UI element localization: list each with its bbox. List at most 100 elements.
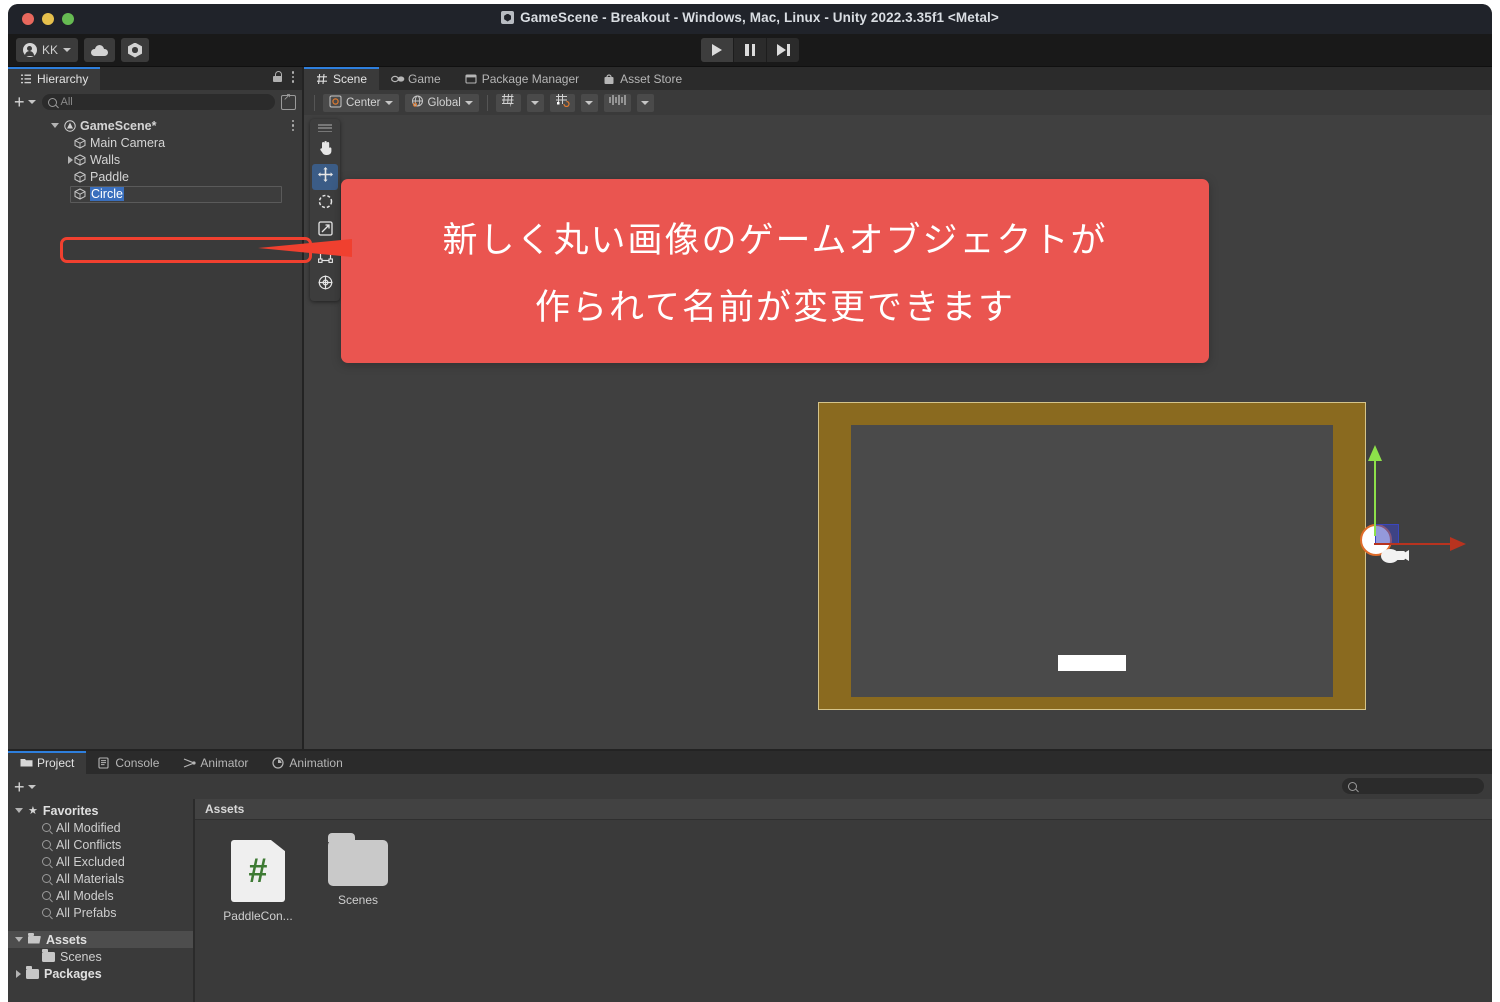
- hierarchy-item-gamescene[interactable]: GameScene*: [8, 117, 302, 134]
- window-title-bar: GameScene - Breakout - Windows, Mac, Lin…: [8, 4, 1492, 34]
- tab-game-label: Game: [408, 71, 441, 86]
- callout-box: 新しく丸い画像のゲームオブジェクトが 作られて名前が変更できます: [341, 179, 1209, 363]
- project-tree-item-scenes[interactable]: Scenes: [8, 948, 193, 965]
- editor-main-area: Hierarchy + All ↗ GameScene* Main Camera…: [8, 67, 1492, 1002]
- chevron-down-icon: [531, 100, 540, 105]
- cloud-button[interactable]: [84, 38, 116, 62]
- lock-icon[interactable]: [272, 71, 282, 83]
- move-gizmo-y-axis[interactable]: [1374, 451, 1376, 536]
- hierarchy-item-main-camera[interactable]: Main Camera: [8, 134, 302, 151]
- chevron-down-icon[interactable]: [15, 937, 23, 942]
- kebab-menu-icon[interactable]: [291, 71, 294, 83]
- store-icon: [603, 73, 615, 85]
- pause-icon: [745, 44, 755, 56]
- tab-scene[interactable]: Scene: [304, 67, 380, 90]
- search-icon: [42, 857, 51, 866]
- project-tree-label: All Materials: [56, 871, 125, 886]
- hierarchy-item-walls[interactable]: Walls: [8, 151, 302, 168]
- move-gizmo-y-arrow[interactable]: [1368, 445, 1382, 461]
- hierarchy-item-paddle[interactable]: Paddle: [8, 168, 302, 185]
- toolbar-divider: [314, 94, 315, 111]
- project-tree-item-all-prefabs[interactable]: All Prefabs: [8, 904, 193, 921]
- move-gizmo-x-arrow[interactable]: [1450, 537, 1466, 551]
- hierarchy-search-placeholder: All: [60, 96, 73, 108]
- tab-package-manager[interactable]: Package Manager: [453, 67, 591, 90]
- project-tree-item-favorites[interactable]: ★ Favorites: [8, 802, 193, 819]
- step-button[interactable]: [767, 38, 799, 62]
- chevron-down-icon[interactable]: [15, 808, 23, 813]
- kebab-menu-icon[interactable]: [291, 119, 294, 132]
- scene-icon: [64, 119, 76, 132]
- create-asset-button[interactable]: +: [14, 776, 36, 797]
- asset-item-scenes[interactable]: Scenes: [319, 833, 397, 923]
- tab-project[interactable]: Project: [8, 751, 87, 774]
- animator-icon: [183, 757, 197, 769]
- callout-line-1: 新しく丸い画像のゲームオブジェクトが: [442, 221, 1108, 261]
- star-icon: ★: [28, 805, 38, 817]
- project-tree-item-assets[interactable]: Assets: [8, 931, 193, 948]
- hierarchy-icon: [20, 73, 32, 85]
- pivot-mode-dropdown[interactable]: Center: [323, 93, 399, 112]
- hierarchy-tree: GameScene* Main Camera Walls Paddle Circ…: [8, 114, 302, 203]
- tab-asset-store-label: Asset Store: [620, 71, 683, 86]
- chevron-down-icon: [384, 100, 393, 105]
- account-label: KK: [42, 43, 59, 57]
- project-tree-item-all-materials[interactable]: All Materials: [8, 870, 193, 887]
- grid-snapping-button[interactable]: [549, 93, 575, 112]
- chevron-down-icon[interactable]: [51, 123, 59, 128]
- breadcrumb: Assets: [195, 799, 1492, 820]
- tab-scene-label: Scene: [333, 71, 368, 86]
- editor-toolbar: KK: [8, 34, 1492, 67]
- scene-picker-icon[interactable]: [281, 92, 296, 110]
- playmode-controls[interactable]: [701, 38, 799, 62]
- grid-visibility-icon: Y: [501, 93, 516, 112]
- csharp-script-icon: #: [231, 840, 285, 902]
- asset-item-paddlecontroller[interactable]: # PaddleCon...: [219, 840, 297, 923]
- project-panel: Project Console Animator Animation + ★ F…: [8, 749, 1492, 1002]
- tab-game[interactable]: Game: [379, 67, 453, 90]
- project-tree-item-all-conflicts[interactable]: All Conflicts: [8, 836, 193, 853]
- project-tree-item-packages[interactable]: Packages: [8, 965, 193, 982]
- play-button[interactable]: [701, 38, 734, 62]
- hierarchy-panel: Hierarchy + All ↗ GameScene* Main Camera…: [8, 67, 304, 749]
- project-tree-item-all-excluded[interactable]: All Excluded: [8, 853, 193, 870]
- search-icon: [42, 840, 51, 849]
- hierarchy-item-circle[interactable]: Circle: [8, 185, 302, 203]
- tab-hierarchy[interactable]: Hierarchy: [8, 67, 101, 90]
- account-dropdown[interactable]: KK: [16, 38, 79, 62]
- pause-button[interactable]: [734, 38, 767, 62]
- move-tool-button[interactable]: [312, 164, 338, 190]
- services-button[interactable]: [121, 38, 150, 62]
- plus-icon: +: [14, 776, 25, 797]
- move-icon: [317, 166, 334, 188]
- paddle-object[interactable]: [1058, 655, 1126, 671]
- rotate-tool-button[interactable]: [312, 191, 338, 217]
- walls-object[interactable]: [818, 402, 1366, 710]
- hierarchy-item-label: Walls: [90, 152, 121, 167]
- create-gameobject-button[interactable]: +: [14, 93, 36, 111]
- tool-palette-drag-handle[interactable]: [318, 124, 332, 132]
- grid-visibility-button[interactable]: Y: [495, 93, 521, 112]
- tab-console[interactable]: Console: [86, 751, 171, 774]
- chevron-right-icon[interactable]: [16, 969, 21, 978]
- component-tools-button[interactable]: [603, 93, 631, 112]
- project-tree-item-all-modified[interactable]: All Modified: [8, 819, 193, 836]
- search-icon: [42, 823, 51, 832]
- tab-animator[interactable]: Animator: [171, 751, 260, 774]
- transform-tool-button[interactable]: [312, 272, 338, 298]
- project-tree-item-all-models[interactable]: All Models: [8, 887, 193, 904]
- project-search-input[interactable]: [1342, 778, 1484, 794]
- hierarchy-toolbar: + All: [8, 90, 302, 114]
- handle-space-dropdown[interactable]: Global: [404, 93, 479, 112]
- tab-asset-store[interactable]: Asset Store: [591, 67, 694, 90]
- chevron-right-icon[interactable]: [68, 155, 73, 164]
- asset-grid: # PaddleCon... Scenes: [195, 820, 1492, 923]
- hand-tool-button[interactable]: [312, 137, 338, 163]
- tab-animation[interactable]: Animation: [260, 751, 354, 774]
- grid-visibility-dropdown[interactable]: [526, 93, 544, 112]
- hierarchy-search-input[interactable]: All: [41, 94, 275, 110]
- move-gizmo-plane-handle[interactable]: [1375, 524, 1399, 545]
- component-tools-dropdown[interactable]: [636, 93, 654, 112]
- tab-hierarchy-label: Hierarchy: [37, 71, 89, 86]
- grid-snapping-dropdown[interactable]: [580, 93, 598, 112]
